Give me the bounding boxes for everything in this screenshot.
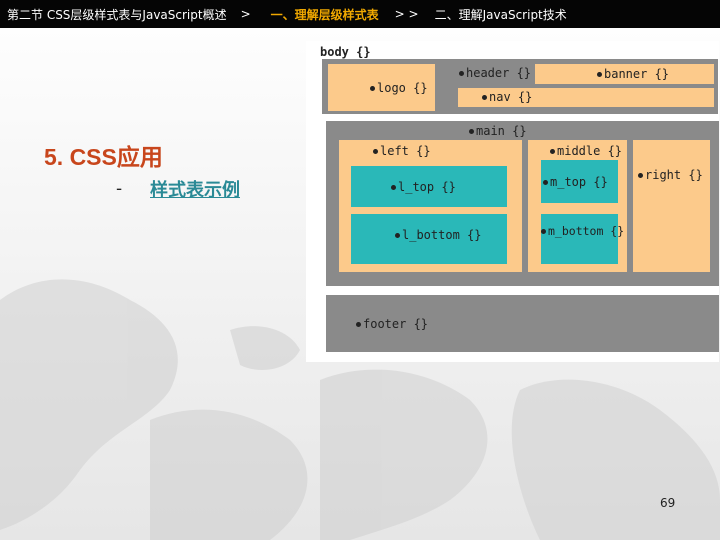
right-label: right {} [638,168,703,182]
bullet-dot-icon [482,95,487,100]
m-top-label: m_top {} [543,175,608,189]
bullet-dot-icon [373,149,378,154]
header-block: header {} logo {} banner {} nav {} [322,59,718,114]
l-top-block: l_top {} [351,166,507,207]
example-link[interactable]: 样式表示例 [150,176,240,202]
l-top-label: l_top {} [391,180,456,194]
bullet-dot-icon [391,185,396,190]
l-bottom-block: l_bottom {} [351,214,507,264]
right-block: right {} [633,140,710,272]
bullet-dot-icon [550,149,555,154]
bullet-dot-icon [543,180,548,185]
page-number: 69 [660,496,676,510]
middle-block: middle {} m_top {} m_bottom {} [528,140,627,272]
middle-label: middle {} [550,144,622,158]
nav-block: nav {} [458,88,714,107]
bullet-dot-icon [395,233,400,238]
left-label: left {} [373,144,431,158]
nav-separator: > [240,7,251,21]
nav-separator: > > [394,7,419,21]
m-top-block: m_top {} [541,160,618,203]
left-block: left {} l_top {} l_bottom {} [339,140,522,272]
l-bottom-label: l_bottom {} [395,228,481,242]
body-label: body {} [320,45,371,59]
nav-item-css[interactable]: 一、理解层级样式表 [271,6,379,23]
bullet-dot-icon [638,173,643,178]
logo-block: logo {} [328,64,435,111]
bullet-dot-icon [469,129,474,134]
nav-item-javascript[interactable]: 二、理解JavaScript技术 [435,6,567,23]
banner-label: banner {} [597,67,669,81]
footer-label: footer {} [356,317,428,331]
bullet-marker: - [116,179,123,199]
bullet-dot-icon [370,86,375,91]
banner-block: banner {} [535,64,714,84]
m-bottom-label: m_bottom {} [541,224,624,238]
bullet-dot-icon [597,72,602,77]
top-navigation-bar: 第二节 CSS层级样式表与JavaScript概述 > 一、理解层级样式表 > … [0,0,720,28]
section-title: 5. CSS应用 [44,144,163,170]
css-layout-diagram: body {} header {} logo {} banner {} nav … [306,41,719,362]
logo-label: logo {} [370,81,428,95]
bullet-item: - 样式表示例 [116,176,240,202]
bullet-dot-icon [356,322,361,327]
main-block: main {} left {} l_top {} l_bottom {} mid… [326,121,719,286]
bullet-dot-icon [541,229,546,234]
header-label: header {} [459,66,531,80]
footer-block: footer {} [326,295,719,352]
nav-item-chapter[interactable]: 第二节 CSS层级样式表与JavaScript概述 [7,6,227,23]
bullet-dot-icon [459,71,464,76]
nav-label: nav {} [482,90,532,104]
main-label: main {} [469,124,527,138]
m-bottom-block: m_bottom {} [541,214,624,264]
